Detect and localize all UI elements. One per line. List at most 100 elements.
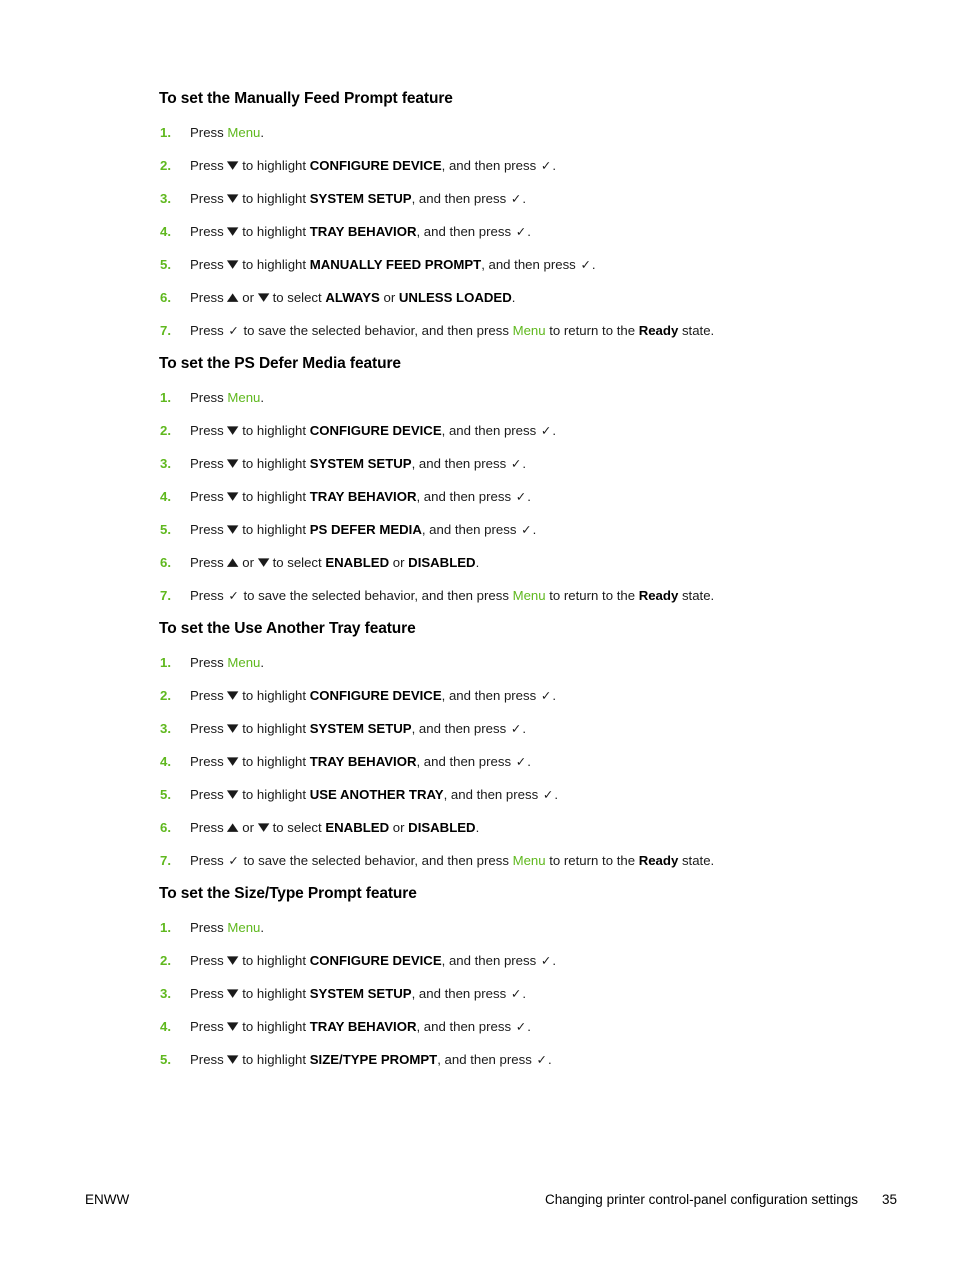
step-text-run: . bbox=[527, 1018, 531, 1034]
step-text-run: , and then press bbox=[437, 1051, 536, 1067]
control-panel-menu-item: TRAY BEHAVIOR bbox=[309, 223, 417, 239]
step-text: Press ▼ to highlight TRAY BEHAVIOR, and … bbox=[190, 1019, 531, 1034]
step-number: 5. bbox=[160, 521, 171, 537]
down-arrow-icon: ▼ bbox=[227, 787, 239, 801]
list-item: 2. Press ▼ to highlight CONFIGURE DEVICE,… bbox=[159, 688, 849, 705]
step-text-run: . bbox=[475, 819, 480, 835]
step-text-run: , and then press bbox=[411, 455, 510, 471]
down-arrow-icon: ▼ bbox=[227, 986, 239, 1000]
step-text-run: to highlight bbox=[238, 1051, 310, 1067]
step-text-run: Press bbox=[190, 289, 228, 305]
step-number: 5. bbox=[160, 1051, 171, 1067]
step-text-run: . bbox=[552, 687, 557, 703]
step-number: 3. bbox=[160, 190, 171, 206]
step-text-run: state. bbox=[678, 852, 715, 868]
step-text-run: or bbox=[389, 554, 409, 570]
checkmark-icon: ✓ bbox=[515, 223, 527, 239]
control-panel-menu-item: DISABLED bbox=[408, 819, 476, 835]
step-text-run: . bbox=[511, 289, 516, 305]
step-text-run: to return to the bbox=[545, 852, 639, 868]
control-panel-menu-item: USE ANOTHER TRAY bbox=[309, 786, 444, 802]
control-panel-menu-item: MANUALLY FEED PROMPT bbox=[309, 256, 482, 272]
down-arrow-icon: ▼ bbox=[227, 953, 239, 967]
control-panel-menu-item: Ready bbox=[638, 587, 679, 603]
step-number: 1. bbox=[160, 654, 171, 670]
control-panel-menu-item: SIZE/TYPE PROMPT bbox=[309, 1051, 438, 1067]
step-text-run: , and then press bbox=[441, 422, 540, 438]
document-page: To set the Manually Feed Prompt feature 1… bbox=[0, 0, 954, 1270]
step-text-run: Press bbox=[190, 587, 228, 603]
step-number: 5. bbox=[160, 786, 171, 802]
section-heading: To set the Size/Type Prompt feature bbox=[159, 885, 417, 903]
control-panel-menu-item: Ready bbox=[638, 322, 679, 338]
step-text-run: , and then press bbox=[441, 952, 540, 968]
step-list: 1. Press Menu. 2. Press ▼ to highlight CONF… bbox=[159, 390, 849, 605]
list-item: 3. Press ▼ to highlight SYSTEM SETUP, and… bbox=[159, 986, 849, 1003]
footer-right-group: Changing printer control-panel configura… bbox=[545, 1192, 897, 1207]
step-text-run: or bbox=[379, 289, 399, 305]
list-item: 7. Press ✓ to save the selected behavior,… bbox=[159, 323, 849, 340]
step-text-run: Press bbox=[190, 190, 228, 206]
list-item: 1. Press Menu. bbox=[159, 920, 849, 937]
checkmark-icon: ✓ bbox=[515, 1018, 527, 1034]
step-text: Press ✓ to save the selected behavior, a… bbox=[190, 323, 714, 338]
list-item: 3. Press ▼ to highlight SYSTEM SETUP, and… bbox=[159, 456, 849, 473]
step-text-run: , and then press bbox=[421, 521, 521, 537]
step-text-run: Press bbox=[190, 389, 228, 405]
step-number: 3. bbox=[160, 720, 171, 736]
control-panel-menu-item: TRAY BEHAVIOR bbox=[309, 488, 417, 504]
step-text-run: , and then press bbox=[441, 157, 540, 173]
step-text-run: . bbox=[522, 455, 526, 471]
step-text-run: to highlight bbox=[238, 786, 310, 802]
down-arrow-icon: ▼ bbox=[227, 522, 239, 536]
checkmark-icon: ✓ bbox=[536, 1051, 547, 1067]
step-text-run: . bbox=[522, 190, 526, 206]
down-arrow-icon: ▼ bbox=[227, 489, 239, 503]
step-number: 4. bbox=[160, 488, 171, 504]
step-number: 2. bbox=[160, 157, 171, 173]
list-item: 3. Press ▼ to highlight SYSTEM SETUP, and… bbox=[159, 191, 849, 208]
list-item: 6. Press ▲ or ▼ to select ENABLED or DISA… bbox=[159, 555, 849, 572]
step-text-run: to save the selected behavior, and then … bbox=[239, 587, 513, 603]
step-text-run: Press bbox=[190, 223, 228, 239]
step-number: 1. bbox=[160, 124, 171, 140]
control-panel-menu-item: UNLESS LOADED bbox=[398, 289, 512, 305]
step-text-run: Press bbox=[190, 919, 228, 935]
checkmark-icon: ✓ bbox=[228, 322, 239, 338]
checkmark-icon: ✓ bbox=[540, 157, 552, 173]
step-text-run: , and then press bbox=[481, 256, 580, 272]
list-item: 4. Press ▼ to highlight TRAY BEHAVIOR, an… bbox=[159, 754, 849, 771]
control-panel-menu-item: CONFIGURE DEVICE bbox=[309, 687, 442, 703]
step-text: Press Menu. bbox=[190, 920, 264, 935]
control-panel-menu-item: SYSTEM SETUP bbox=[309, 720, 412, 736]
list-item: 1. Press Menu. bbox=[159, 655, 849, 672]
section-heading: To set the PS Defer Media feature bbox=[159, 355, 401, 373]
step-number: 7. bbox=[160, 587, 171, 603]
step-text: Press ▲ or ▼ to select ALWAYS or UNLESS … bbox=[190, 290, 515, 305]
down-arrow-icon: ▼ bbox=[227, 224, 239, 238]
procedure-section: To set the Use Another Tray feature 1. Pre… bbox=[159, 620, 849, 869]
step-text-run: to select bbox=[268, 819, 326, 835]
step-number: 4. bbox=[160, 223, 171, 239]
step-list: 1. Press Menu. 2. Press ▼ to highlight CONF… bbox=[159, 655, 849, 870]
control-panel-menu-item: TRAY BEHAVIOR bbox=[309, 753, 417, 769]
step-text-run: state. bbox=[678, 587, 715, 603]
step-text-run: to highlight bbox=[238, 488, 310, 504]
down-arrow-icon: ▼ bbox=[227, 1019, 239, 1033]
step-number: 6. bbox=[160, 289, 171, 305]
checkmark-icon: ✓ bbox=[540, 422, 552, 438]
step-number: 6. bbox=[160, 819, 171, 835]
list-item: 6. Press ▲ or ▼ to select ALWAYS or UNLES… bbox=[159, 290, 849, 307]
footer-locale-label: ENWW bbox=[85, 1192, 130, 1207]
step-number: 3. bbox=[160, 985, 171, 1001]
step-text-run: Press bbox=[190, 654, 228, 670]
step-number: 2. bbox=[160, 422, 171, 438]
down-arrow-icon: ▼ bbox=[227, 721, 239, 735]
step-text: Press Menu. bbox=[190, 655, 264, 670]
step-number: 4. bbox=[160, 753, 171, 769]
step-text-run: . bbox=[547, 1051, 552, 1067]
menu-button-reference: Menu bbox=[227, 654, 261, 670]
step-text-run: , and then press bbox=[416, 1018, 515, 1034]
control-panel-menu-item: Ready bbox=[638, 852, 679, 868]
step-text-run: , and then press bbox=[411, 190, 510, 206]
